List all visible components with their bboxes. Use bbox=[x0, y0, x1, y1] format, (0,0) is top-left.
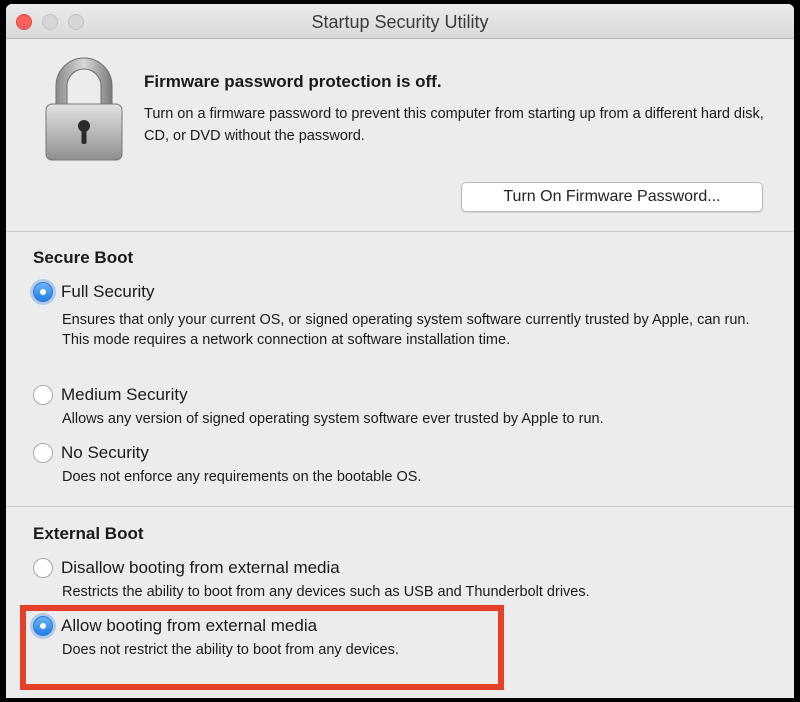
full-security-label[interactable]: Full Security bbox=[61, 282, 155, 302]
section-divider bbox=[6, 506, 794, 507]
radio-no-security[interactable] bbox=[33, 443, 53, 463]
disallow-external-boot-description: Restricts the ability to boot from any d… bbox=[62, 584, 590, 600]
disallow-external-boot-label[interactable]: Disallow booting from external media bbox=[61, 558, 340, 578]
full-security-description: Ensures that only your current OS, or si… bbox=[62, 312, 750, 348]
external-boot-title: External Boot bbox=[33, 524, 144, 543]
no-security-description: Does not enforce any requirements on the… bbox=[62, 469, 422, 485]
title-bar: Startup Security Utility bbox=[6, 4, 794, 39]
firmware-description: Turn on a firmware password to prevent t… bbox=[144, 106, 764, 144]
startup-security-window: Startup Security Utility Firmware passwo… bbox=[6, 4, 794, 698]
radio-full-security[interactable] bbox=[33, 282, 53, 302]
radio-disallow-external-boot[interactable] bbox=[33, 558, 53, 578]
section-divider bbox=[6, 231, 794, 232]
padlock-icon bbox=[45, 57, 123, 161]
medium-security-label[interactable]: Medium Security bbox=[61, 385, 188, 405]
radio-medium-security[interactable] bbox=[33, 385, 53, 405]
medium-security-description: Allows any version of signed operating s… bbox=[62, 411, 604, 427]
firmware-status-heading: Firmware password protection is off. bbox=[144, 72, 442, 91]
highlight-box bbox=[20, 605, 504, 690]
no-security-label[interactable]: No Security bbox=[61, 443, 149, 463]
secure-boot-title: Secure Boot bbox=[33, 248, 134, 267]
window-title: Startup Security Utility bbox=[311, 12, 489, 32]
turn-on-firmware-password-button[interactable]: Turn On Firmware Password... bbox=[461, 182, 763, 212]
